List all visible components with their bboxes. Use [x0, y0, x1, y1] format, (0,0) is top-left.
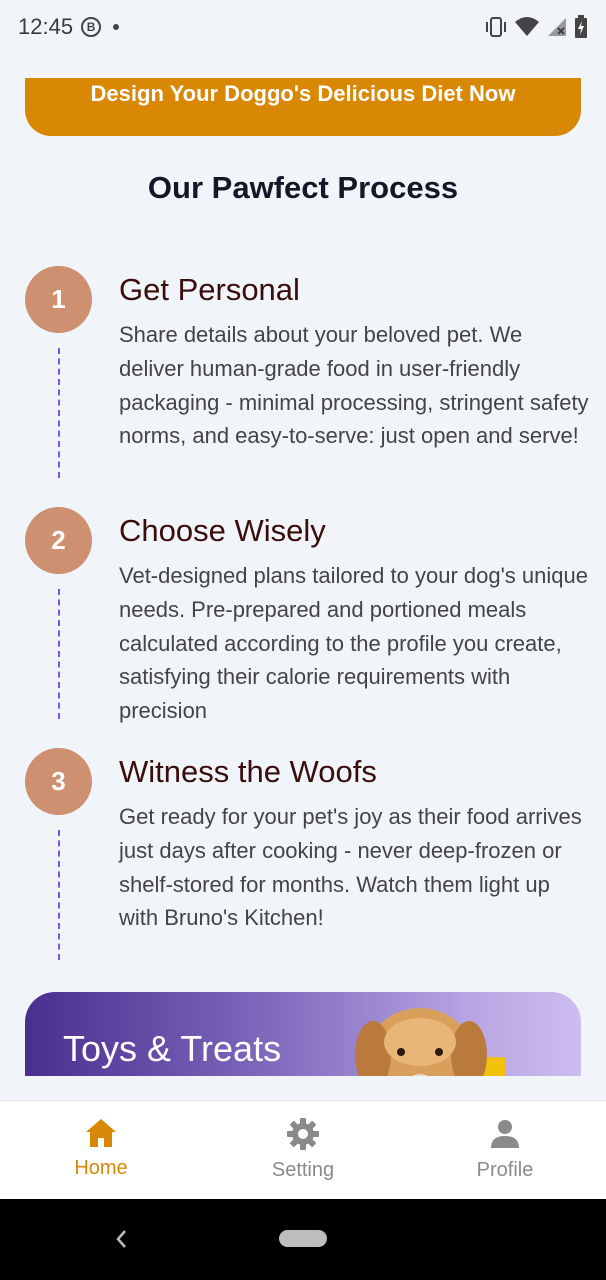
toys-treats-title: Toys & Treats [63, 1028, 282, 1069]
step-connector-line [58, 589, 60, 719]
vibrate-icon [486, 17, 506, 37]
person-icon [491, 1120, 519, 1148]
home-gesture-pill[interactable] [279, 1230, 327, 1247]
nav-setting[interactable]: Setting [202, 1101, 404, 1199]
step-number-badge: 1 [25, 266, 92, 333]
back-icon[interactable] [110, 1225, 134, 1253]
design-diet-button[interactable]: Design Your Doggo's Delicious Diet Now [25, 78, 581, 136]
gear-icon [287, 1118, 319, 1150]
step-description: Vet-designed plans tailored to your dog'… [119, 563, 588, 724]
nav-home-label: Home [74, 1157, 128, 1179]
notification-dot-icon [113, 24, 120, 30]
nav-profile[interactable]: Profile [404, 1101, 606, 1199]
battery-charging-icon [575, 15, 587, 38]
section-title: Our Pawfect Process [147, 170, 459, 205]
system-nav-bar [0, 1199, 606, 1280]
step-title: Choose Wisely [119, 513, 326, 548]
step-connector-line [58, 830, 60, 960]
step-description: Get ready for your pet's joy as their fo… [119, 804, 582, 931]
step-number-badge: 3 [25, 748, 92, 815]
home-icon [86, 1119, 116, 1147]
status-icons [484, 15, 588, 39]
b-notification-icon: B [81, 17, 102, 37]
step-connector-line [58, 348, 60, 478]
dog-image [355, 1008, 505, 1076]
status-bar: 12:45 B [0, 0, 606, 54]
step-number-badge: 2 [25, 507, 92, 574]
step-title: Witness the Woofs [119, 754, 377, 789]
bottom-nav: Home Setting Profile [0, 1100, 606, 1199]
nav-setting-label: Setting [271, 1159, 335, 1181]
status-time: 12:45 [18, 14, 74, 39]
nav-profile-label: Profile [476, 1159, 534, 1181]
signal-icon [548, 18, 566, 36]
design-diet-button-label: Design Your Doggo's Delicious Diet Now [90, 81, 516, 106]
step-title: Get Personal [119, 272, 300, 307]
nav-home[interactable]: Home [0, 1101, 202, 1199]
toys-treats-banner[interactable]: Toys & Treats [25, 992, 581, 1076]
step-description: Share details about your beloved pet. We… [119, 322, 589, 449]
wifi-icon [515, 17, 539, 36]
